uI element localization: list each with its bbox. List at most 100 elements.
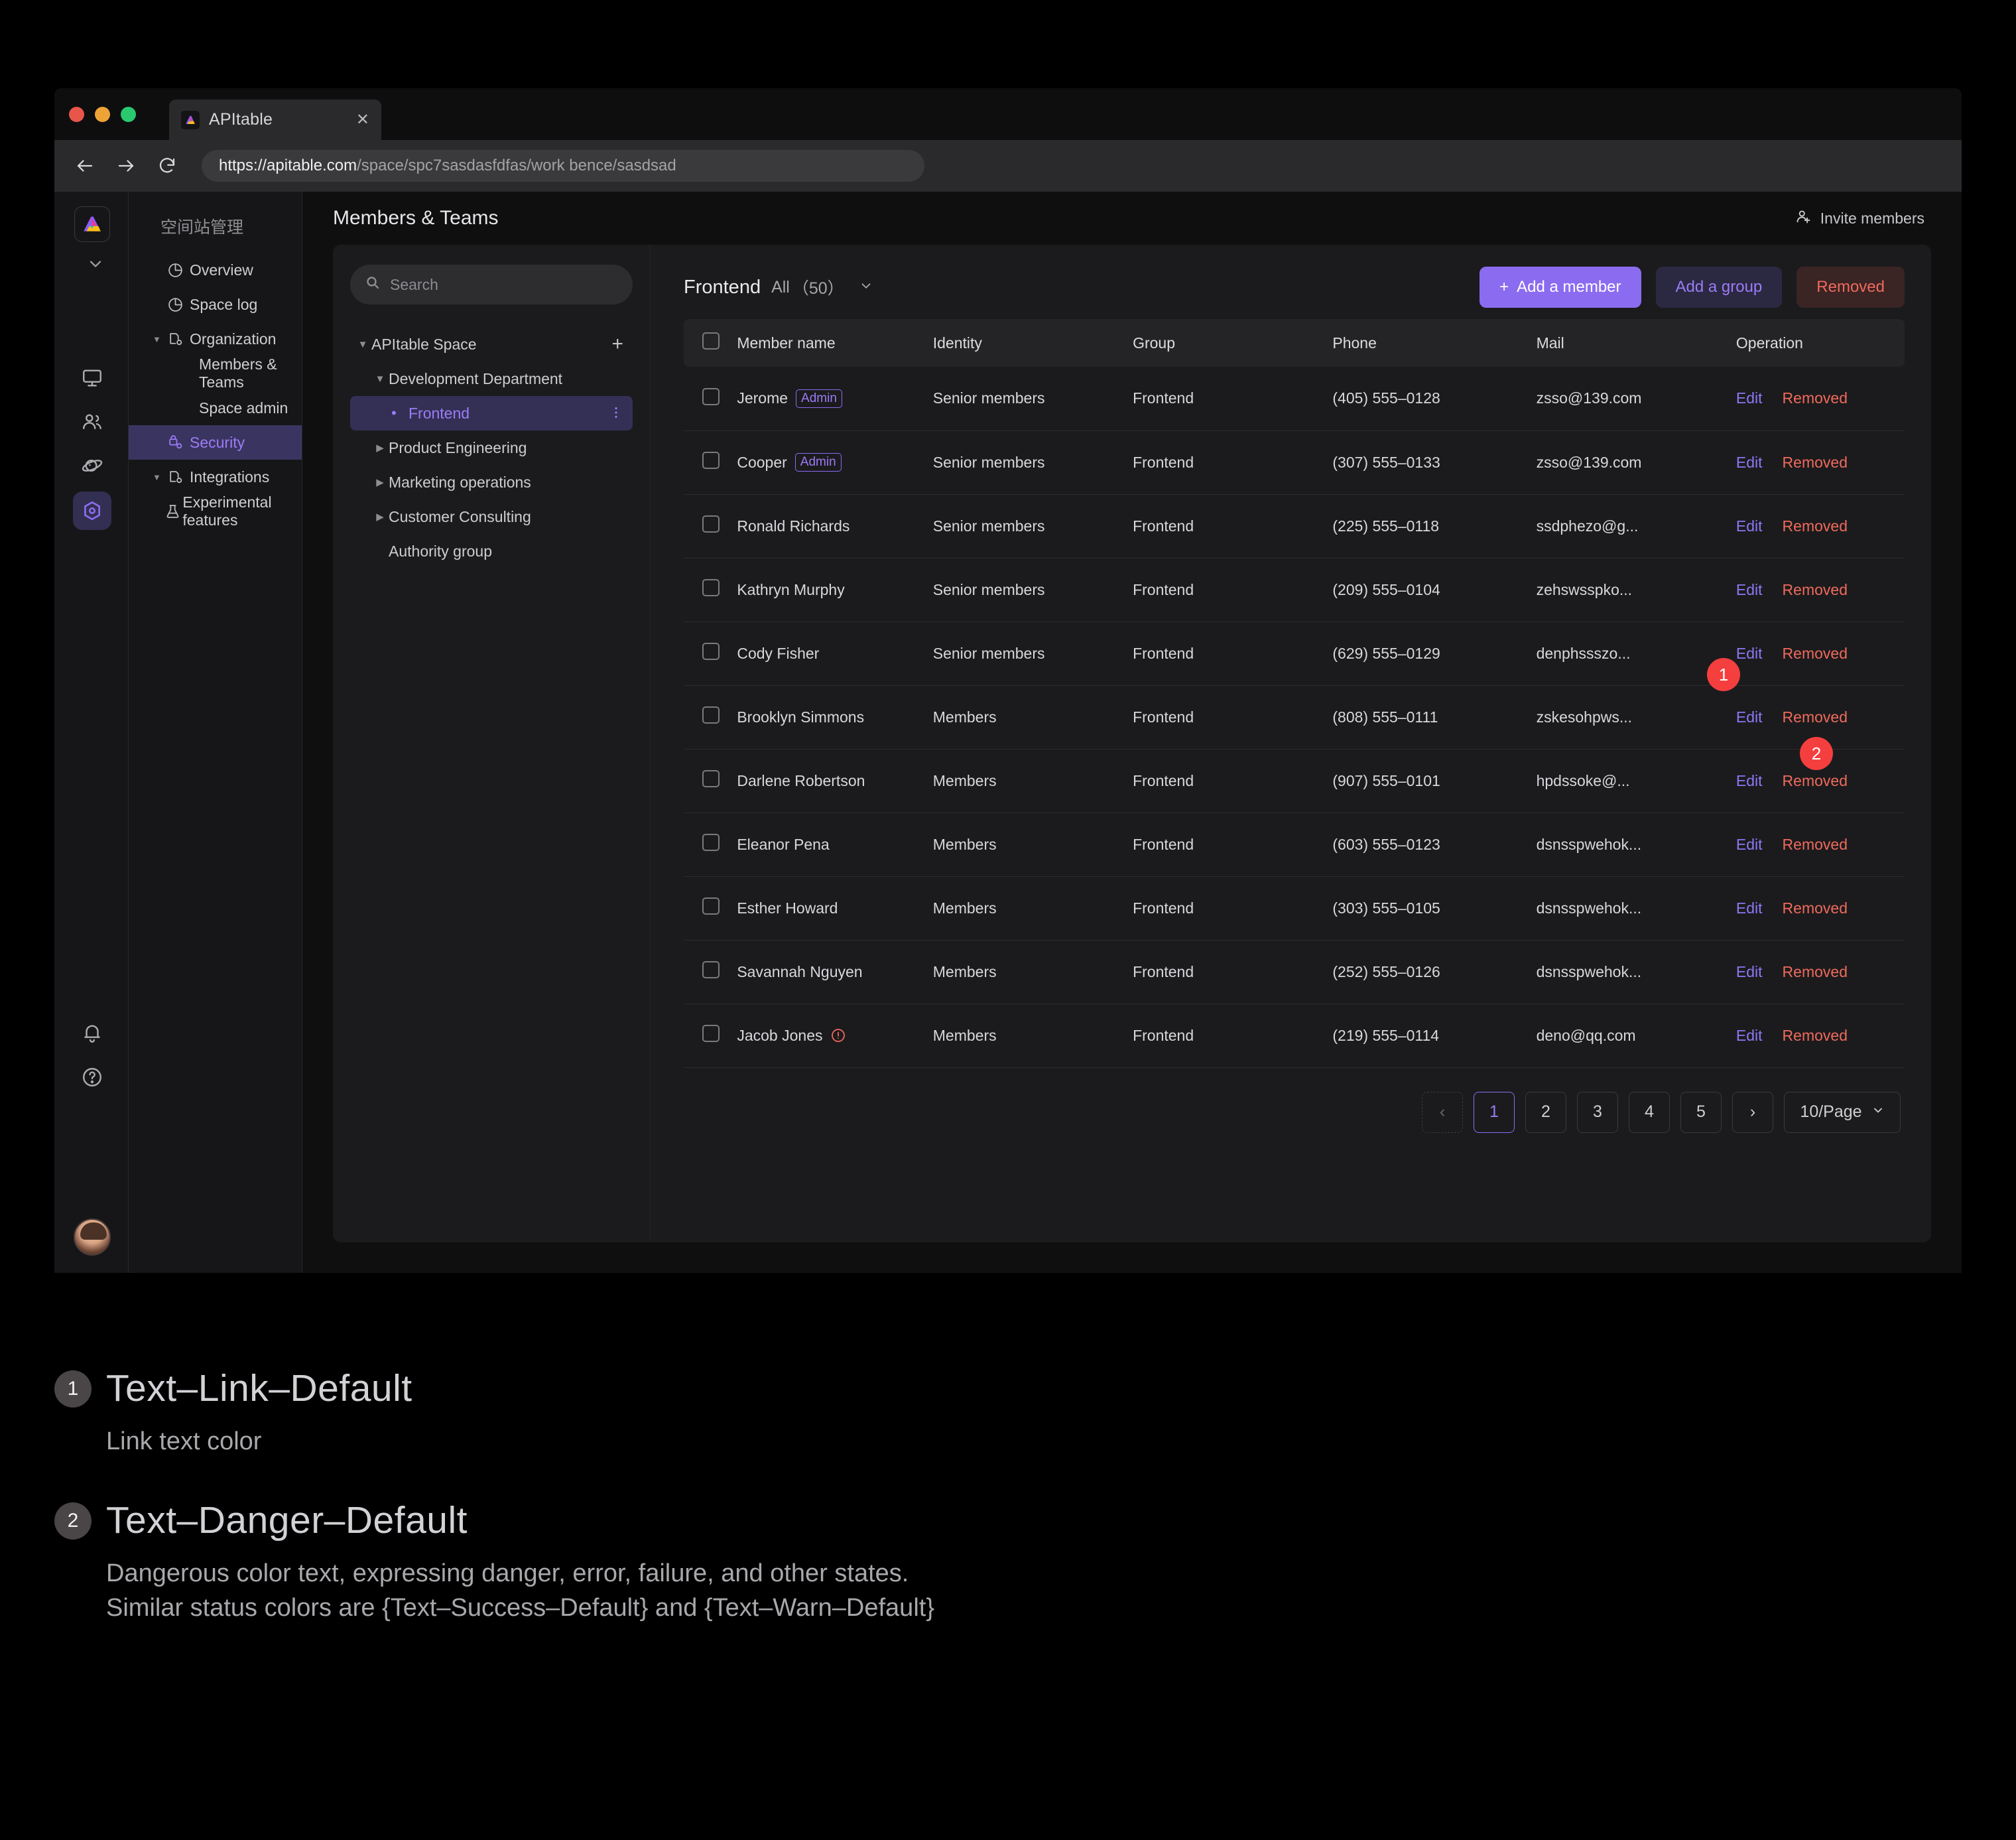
monitor-icon[interactable] (73, 359, 111, 397)
more-options-icon[interactable] (609, 405, 623, 422)
planet-icon[interactable] (73, 446, 111, 485)
tree-node-marketing-operations[interactable]: ▶ Marketing operations (350, 465, 633, 499)
tree-node-development-department[interactable]: ▼ Development Department (350, 361, 633, 396)
pagination-next[interactable]: › (1732, 1091, 1773, 1133)
sidebar-item-overview[interactable]: Overview (129, 253, 302, 287)
add-node-icon[interactable]: + (611, 334, 623, 354)
add-member-button[interactable]: + Add a member (1480, 267, 1641, 308)
row-checkbox[interactable] (702, 961, 720, 978)
row-checkbox[interactable] (702, 515, 720, 533)
chevron-down-icon[interactable]: ▼ (153, 334, 166, 344)
edit-link[interactable]: Edit (1736, 836, 1763, 853)
edit-link[interactable]: Edit (1736, 645, 1763, 662)
table-row[interactable]: Darlene Robertson Members Frontend (907) 55… (684, 749, 1905, 813)
add-group-button[interactable]: Add a group (1655, 267, 1783, 308)
row-checkbox[interactable] (702, 770, 720, 787)
removed-link[interactable]: Removed (1783, 836, 1848, 853)
close-icon[interactable]: ✕ (356, 111, 369, 128)
edit-link[interactable]: Edit (1736, 899, 1763, 917)
removed-link[interactable]: Removed (1783, 772, 1848, 789)
removed-link[interactable]: Removed (1783, 899, 1848, 917)
edit-link[interactable]: Edit (1736, 389, 1763, 407)
pagination-page-2[interactable]: 2 (1525, 1091, 1566, 1133)
pagination-page-5[interactable]: 5 (1680, 1091, 1722, 1133)
edit-link[interactable]: Edit (1736, 708, 1763, 726)
chevron-down-icon[interactable] (86, 255, 105, 277)
sidebar-item-space-log[interactable]: Space log (129, 287, 302, 322)
tree-node-product-engineering[interactable]: ▶ Product Engineering (350, 430, 633, 465)
row-select-cell[interactable] (684, 876, 737, 941)
bell-icon[interactable] (73, 1014, 111, 1053)
minimize-window-button[interactable] (95, 107, 110, 122)
edit-link[interactable]: Edit (1736, 772, 1763, 789)
table-row[interactable]: Cooper Admin Senior members Frontend (307) 5… (684, 430, 1905, 495)
removed-link[interactable]: Removed (1783, 581, 1848, 598)
page-size-select[interactable]: 10/Page (1784, 1091, 1901, 1133)
edit-link[interactable]: Edit (1736, 517, 1763, 535)
row-checkbox[interactable] (702, 1025, 720, 1042)
row-select-cell[interactable] (684, 749, 737, 813)
row-select-cell[interactable] (684, 622, 737, 686)
sidebar-item-integrations[interactable]: ▼ Integrations (129, 460, 302, 494)
pagination-prev[interactable]: ‹ (1422, 1091, 1463, 1133)
sidebar-item-organization[interactable]: ▼ Organization (129, 322, 302, 356)
edit-link[interactable]: Edit (1736, 1027, 1763, 1044)
chevron-down-icon[interactable]: ▼ (153, 472, 166, 482)
row-checkbox[interactable] (702, 834, 720, 851)
row-select-cell[interactable] (684, 367, 737, 431)
help-icon[interactable] (73, 1058, 111, 1096)
row-checkbox[interactable] (702, 579, 720, 596)
apitable-logo-icon[interactable] (74, 206, 110, 242)
table-row[interactable]: Esther Howard Members Frontend (303) 555–01… (684, 876, 1905, 941)
forward-icon[interactable] (114, 154, 138, 178)
edit-link[interactable]: Edit (1736, 454, 1763, 471)
row-checkbox[interactable] (702, 897, 720, 915)
row-select-cell[interactable] (684, 813, 737, 877)
removed-button[interactable]: Removed (1796, 267, 1905, 308)
row-select-cell[interactable] (684, 1004, 737, 1068)
removed-link[interactable]: Removed (1783, 645, 1848, 662)
select-all-checkbox[interactable] (702, 332, 720, 350)
tree-node-frontend[interactable]: • Frontend (350, 396, 633, 430)
row-select-cell[interactable] (684, 940, 737, 1004)
removed-link[interactable]: Removed (1783, 708, 1848, 726)
search-input[interactable]: Search (350, 265, 633, 304)
edit-link[interactable]: Edit (1736, 963, 1763, 980)
table-row[interactable]: Ronald Richards Senior members Frontend (22… (684, 494, 1905, 559)
settings-hex-icon[interactable] (73, 492, 111, 530)
table-row[interactable]: Savannah Nguyen Members Frontend (252) 555–… (684, 940, 1905, 1004)
sidebar-item-members-teams[interactable]: Members & Teams (129, 356, 302, 391)
pagination-page-4[interactable]: 4 (1629, 1091, 1670, 1133)
close-window-button[interactable] (69, 107, 84, 122)
chevron-down-icon[interactable]: ▼ (371, 373, 389, 385)
table-row[interactable]: Jerome Admin Senior members Frontend (405) 5… (684, 367, 1905, 431)
removed-link[interactable]: Removed (1783, 454, 1848, 471)
removed-link[interactable]: Removed (1783, 963, 1848, 980)
row-checkbox[interactable] (702, 706, 720, 724)
tree-node-authority-group[interactable]: Authority group (350, 534, 633, 568)
chevron-down-icon[interactable]: ▼ (354, 339, 371, 350)
row-select-cell[interactable] (684, 685, 737, 750)
row-select-cell[interactable] (684, 558, 737, 622)
row-checkbox[interactable] (702, 452, 720, 469)
sidebar-item-experimental-features[interactable]: Experimental features (129, 493, 302, 529)
removed-link[interactable]: Removed (1783, 517, 1848, 535)
table-row[interactable]: Kathryn Murphy Senior members Frontend (209… (684, 558, 1905, 622)
removed-link[interactable]: Removed (1783, 389, 1848, 407)
people-icon[interactable] (73, 403, 111, 441)
table-row[interactable]: Jacob Jones Members Frontend (219) 555–0114… (684, 1004, 1905, 1068)
table-row[interactable]: Brooklyn Simmons Members Frontend (808) 555… (684, 685, 1905, 750)
chevron-down-icon[interactable] (859, 279, 873, 296)
chevron-right-icon[interactable]: ▶ (371, 476, 389, 488)
invite-members-button[interactable]: Invite members (1795, 208, 1924, 230)
pagination-page-3[interactable]: 3 (1577, 1091, 1618, 1133)
browser-tab[interactable]: APItable ✕ (169, 99, 381, 140)
reload-icon[interactable] (155, 154, 179, 178)
removed-link[interactable]: Removed (1783, 1027, 1848, 1044)
sidebar-item-space-admin[interactable]: Space admin (129, 391, 302, 425)
row-checkbox[interactable] (702, 643, 720, 660)
tree-node-customer-consulting[interactable]: ▶ Customer Consulting (350, 499, 633, 534)
edit-link[interactable]: Edit (1736, 581, 1763, 598)
table-row[interactable]: Eleanor Pena Members Frontend (603) 555–012… (684, 813, 1905, 877)
user-avatar[interactable] (74, 1218, 111, 1256)
